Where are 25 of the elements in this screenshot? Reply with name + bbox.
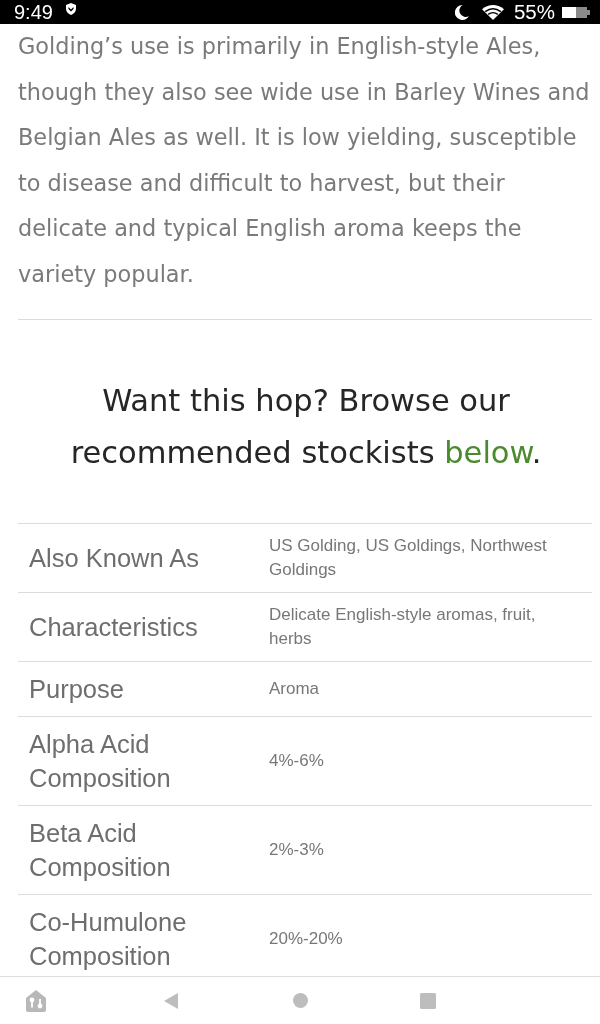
wifi-icon <box>481 4 504 20</box>
shield-icon <box>65 3 76 15</box>
callout-heading: Want this hop? Browse our recommended stockists below. <box>69 382 543 472</box>
home-icon[interactable] <box>292 993 308 1008</box>
property-name: Purpose <box>29 675 124 703</box>
below-link[interactable]: below <box>444 435 532 470</box>
property-value: 4%-6% <box>269 751 324 770</box>
property-name: Alpha Acid Composition <box>29 730 171 792</box>
status-time: 9:49 <box>14 0 53 24</box>
property-value: 2%-3% <box>269 840 324 859</box>
property-value: 20%-20% <box>269 929 343 948</box>
property-name: Characteristics <box>29 613 198 641</box>
property-name: Beta Acid Composition <box>29 819 171 881</box>
battery-percent: 55% <box>513 0 555 24</box>
property-name: Also Known As <box>29 544 200 572</box>
house-icon[interactable] <box>26 989 46 1012</box>
property-value: Aroma <box>269 679 320 698</box>
property-value: US Golding, US Goldings, Northwest Goldings <box>269 536 547 579</box>
moon-icon <box>454 4 469 20</box>
recent-apps-icon[interactable] <box>420 992 436 1009</box>
back-icon[interactable] <box>164 992 178 1009</box>
property-name: Co-Humulone Composition <box>29 908 187 970</box>
battery-icon <box>562 6 590 18</box>
property-value: Delicate English-style aromas, fruit, herbs <box>269 605 536 648</box>
article-paragraph: Golding’s use is primarily in English-style Ales, though they also see wide use in Barley Wines and Belgian Ales as well. It is low yielding, susceptible to disease and difficult to harvest, but their delicate and typical English aroma keeps the variety popular. <box>18 32 591 289</box>
